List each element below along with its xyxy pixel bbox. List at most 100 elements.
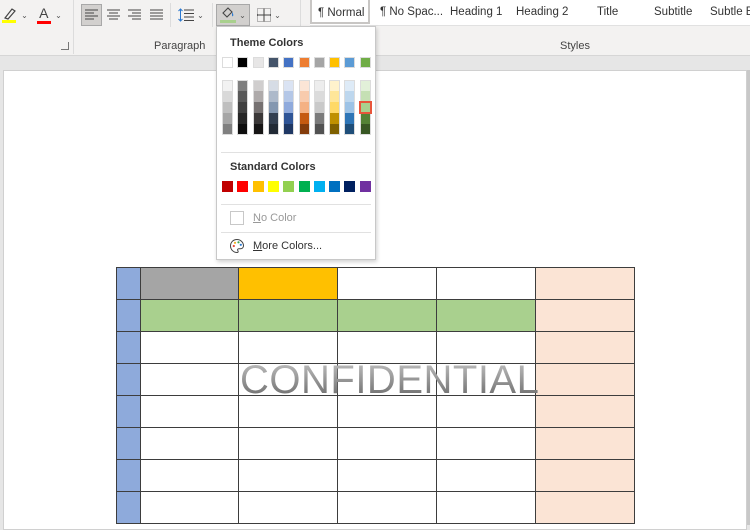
theme-color-swatch[interactable] — [237, 57, 249, 68]
theme-shade-swatch[interactable] — [359, 124, 371, 135]
theme-shade-swatch[interactable] — [237, 124, 249, 135]
theme-shade-swatch[interactable] — [222, 124, 233, 135]
table-cell[interactable] — [116, 331, 141, 364]
theme-shade-swatch[interactable] — [222, 113, 233, 124]
theme-shade-swatch[interactable] — [222, 80, 233, 91]
align-center-button[interactable] — [104, 4, 123, 26]
theme-color-swatch[interactable] — [298, 57, 310, 68]
table-cell[interactable] — [116, 427, 141, 460]
theme-shade-swatch[interactable] — [237, 80, 249, 91]
theme-shade-swatch[interactable] — [344, 102, 356, 113]
table-cell[interactable] — [535, 459, 635, 492]
theme-shade-swatch[interactable] — [313, 102, 325, 113]
theme-shade-swatch[interactable] — [267, 91, 279, 102]
theme-shade-swatch[interactable] — [267, 80, 279, 91]
table-cell[interactable] — [140, 491, 239, 524]
table-cell[interactable] — [116, 491, 141, 524]
table-cell[interactable] — [535, 395, 635, 428]
align-right-button[interactable] — [125, 4, 144, 26]
table-cell[interactable] — [140, 299, 239, 332]
theme-color-swatch[interactable] — [222, 57, 233, 68]
table-cell[interactable] — [238, 395, 338, 428]
table-cell[interactable] — [436, 267, 536, 300]
table-cell[interactable] — [535, 491, 635, 524]
standard-color-swatch[interactable] — [237, 181, 249, 192]
theme-shade-swatch[interactable] — [267, 124, 279, 135]
style-title[interactable]: Title — [597, 6, 618, 18]
theme-shade-swatch[interactable] — [358, 101, 372, 114]
table-cell[interactable] — [337, 299, 437, 332]
theme-shade-swatch[interactable] — [267, 113, 279, 124]
line-spacing-button[interactable]: ⌄ — [175, 4, 207, 26]
theme-shade-swatch[interactable] — [313, 113, 325, 124]
theme-shade-swatch[interactable] — [298, 113, 310, 124]
theme-shade-swatch[interactable] — [298, 102, 310, 113]
table-cell[interactable] — [535, 331, 635, 364]
style-subtle-emphasis[interactable]: Subtle E — [710, 6, 750, 18]
table-cell[interactable] — [140, 331, 239, 364]
theme-shade-swatch[interactable] — [329, 80, 341, 91]
theme-shade-swatch[interactable] — [329, 113, 341, 124]
table-cell[interactable] — [238, 459, 338, 492]
table-cell[interactable] — [140, 395, 239, 428]
font-color-button[interactable]: A ⌄ — [33, 4, 65, 26]
table-cell[interactable] — [116, 395, 141, 428]
style-normal[interactable]: ¶ Normal — [310, 0, 371, 24]
standard-color-swatch[interactable] — [283, 181, 295, 192]
theme-shade-swatch[interactable] — [252, 113, 264, 124]
theme-shade-swatch[interactable] — [313, 80, 325, 91]
theme-color-swatch[interactable] — [329, 57, 341, 68]
theme-shade-swatch[interactable] — [283, 113, 295, 124]
theme-shade-swatch[interactable] — [359, 91, 371, 102]
borders-button[interactable]: ⌄ — [253, 4, 285, 26]
shading-button[interactable]: ⌄ — [216, 4, 250, 26]
theme-color-swatch[interactable] — [283, 57, 295, 68]
table-cell[interactable] — [116, 267, 141, 300]
theme-shade-swatch[interactable] — [252, 124, 264, 135]
table-cell[interactable] — [238, 427, 338, 460]
table-cell[interactable] — [337, 459, 437, 492]
align-left-button[interactable] — [81, 4, 102, 26]
justify-button[interactable] — [147, 4, 166, 26]
theme-shade-swatch[interactable] — [252, 91, 264, 102]
theme-shade-swatch[interactable] — [344, 91, 356, 102]
table-cell[interactable] — [238, 491, 338, 524]
theme-shade-swatch[interactable] — [313, 91, 325, 102]
theme-shade-swatch[interactable] — [252, 102, 264, 113]
table-cell[interactable] — [535, 299, 635, 332]
theme-shade-swatch[interactable] — [283, 91, 295, 102]
theme-shade-swatch[interactable] — [237, 91, 249, 102]
standard-color-swatch[interactable] — [313, 181, 325, 192]
theme-shade-swatch[interactable] — [283, 102, 295, 113]
table-cell[interactable] — [436, 395, 536, 428]
table-cell[interactable] — [337, 491, 437, 524]
standard-color-swatch[interactable] — [329, 181, 341, 192]
theme-color-swatch[interactable] — [252, 57, 264, 68]
standard-color-swatch[interactable] — [252, 181, 264, 192]
style-subtitle[interactable]: Subtitle — [654, 6, 692, 18]
font-dialog-launcher-icon[interactable] — [61, 42, 69, 50]
theme-shade-swatch[interactable] — [344, 113, 356, 124]
table-cell[interactable] — [535, 427, 635, 460]
table-cell[interactable] — [140, 267, 239, 300]
table-cell[interactable] — [140, 459, 239, 492]
theme-shade-swatch[interactable] — [237, 113, 249, 124]
table-cell[interactable] — [140, 363, 239, 396]
theme-color-swatch[interactable] — [267, 57, 279, 68]
theme-shade-swatch[interactable] — [237, 102, 249, 113]
theme-shade-swatch[interactable] — [283, 80, 295, 91]
standard-color-swatch[interactable] — [267, 181, 279, 192]
style-heading-2[interactable]: Heading 2 — [516, 6, 568, 18]
theme-shade-swatch[interactable] — [344, 124, 356, 135]
theme-shade-swatch[interactable] — [222, 102, 233, 113]
theme-shade-swatch[interactable] — [267, 102, 279, 113]
theme-shade-swatch[interactable] — [313, 124, 325, 135]
style-no-spacing[interactable]: ¶ No Spac... — [380, 6, 443, 18]
table-cell[interactable] — [337, 395, 437, 428]
theme-shade-swatch[interactable] — [359, 80, 371, 91]
no-color-menu-item[interactable]: No Color — [217, 207, 375, 229]
table-cell[interactable] — [337, 267, 437, 300]
theme-shade-swatch[interactable] — [344, 80, 356, 91]
standard-color-swatch[interactable] — [344, 181, 356, 192]
theme-shade-swatch[interactable] — [283, 124, 295, 135]
